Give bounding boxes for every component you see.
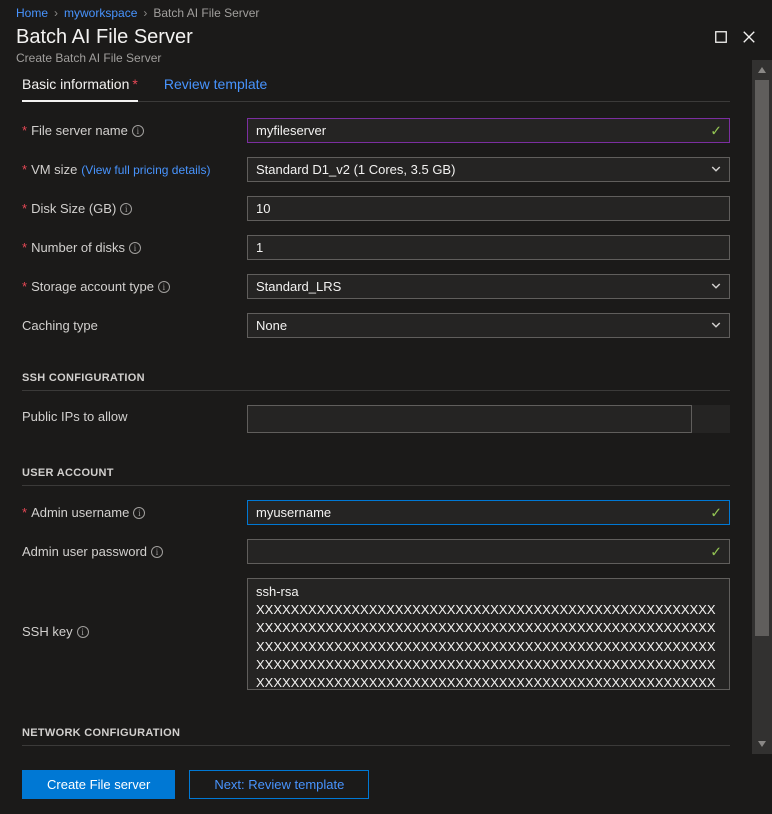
close-icon[interactable] (742, 30, 756, 47)
storage-account-type-label: Storage account type (31, 279, 154, 294)
vm-size-select[interactable]: Standard D1_v2 (1 Cores, 3.5 GB) (247, 157, 730, 182)
breadcrumb-current: Batch AI File Server (153, 6, 259, 20)
caching-type-select[interactable]: None (247, 313, 730, 338)
next-review-template-button[interactable]: Next: Review template (189, 770, 369, 799)
admin-username-input[interactable] (247, 500, 730, 525)
disk-size-label: Disk Size (GB) (31, 201, 116, 216)
tab-review-template[interactable]: Review template (164, 76, 268, 101)
chevron-right-icon: › (54, 6, 58, 20)
tabs: Basic information* Review template (22, 76, 730, 102)
public-ips-input[interactable] (247, 405, 692, 433)
check-icon: ✓ (710, 122, 722, 139)
ssh-key-input[interactable] (247, 578, 730, 690)
tab-basic-information[interactable]: Basic information* (22, 76, 138, 102)
info-icon[interactable]: i (158, 281, 170, 293)
page-title: Batch AI File Server (16, 26, 193, 49)
info-icon[interactable]: i (120, 203, 132, 215)
ssh-key-label: SSH key (22, 624, 73, 639)
admin-password-label: Admin user password (22, 544, 147, 559)
scrollbar-thumb[interactable] (755, 80, 769, 636)
storage-account-type-select[interactable]: Standard_LRS (247, 274, 730, 299)
breadcrumb: Home › myworkspace › Batch AI File Serve… (0, 0, 772, 20)
admin-password-input[interactable] (247, 539, 730, 564)
info-icon[interactable]: i (151, 546, 163, 558)
number-of-disks-label: Number of disks (31, 240, 125, 255)
info-icon[interactable]: i (133, 507, 145, 519)
number-of-disks-input[interactable] (247, 235, 730, 260)
public-ips-add-button[interactable] (692, 405, 730, 433)
vm-size-label: VM size (31, 162, 77, 177)
section-ssh-configuration: SSH CONFIGURATION (22, 352, 730, 391)
popout-icon[interactable] (714, 30, 728, 47)
info-icon[interactable]: i (129, 242, 141, 254)
check-icon: ✓ (710, 504, 722, 521)
chevron-right-icon: › (143, 6, 147, 20)
info-icon[interactable]: i (77, 626, 89, 638)
info-icon[interactable]: i (132, 125, 144, 137)
scroll-down-icon[interactable] (752, 734, 772, 754)
breadcrumb-home[interactable]: Home (16, 6, 48, 20)
scroll-up-icon[interactable] (752, 60, 772, 80)
scrollbar[interactable] (752, 60, 772, 754)
section-user-account: USER ACCOUNT (22, 447, 730, 486)
admin-username-label: Admin username (31, 505, 129, 520)
public-ips-label: Public IPs to allow (22, 409, 128, 424)
file-server-name-label: File server name (31, 123, 128, 138)
footer: Create File server Next: Review template (0, 754, 772, 814)
vm-size-pricing-link[interactable]: (View full pricing details) (81, 163, 210, 177)
file-server-name-input[interactable] (247, 118, 730, 143)
page-header: Batch AI File Server Create Batch AI Fil… (0, 20, 772, 65)
disk-size-input[interactable] (247, 196, 730, 221)
section-network-configuration: NETWORK CONFIGURATION (22, 707, 730, 746)
create-file-server-button[interactable]: Create File server (22, 770, 175, 799)
caching-type-label: Caching type (22, 318, 98, 333)
check-icon: ✓ (710, 543, 722, 560)
breadcrumb-workspace[interactable]: myworkspace (64, 6, 137, 20)
